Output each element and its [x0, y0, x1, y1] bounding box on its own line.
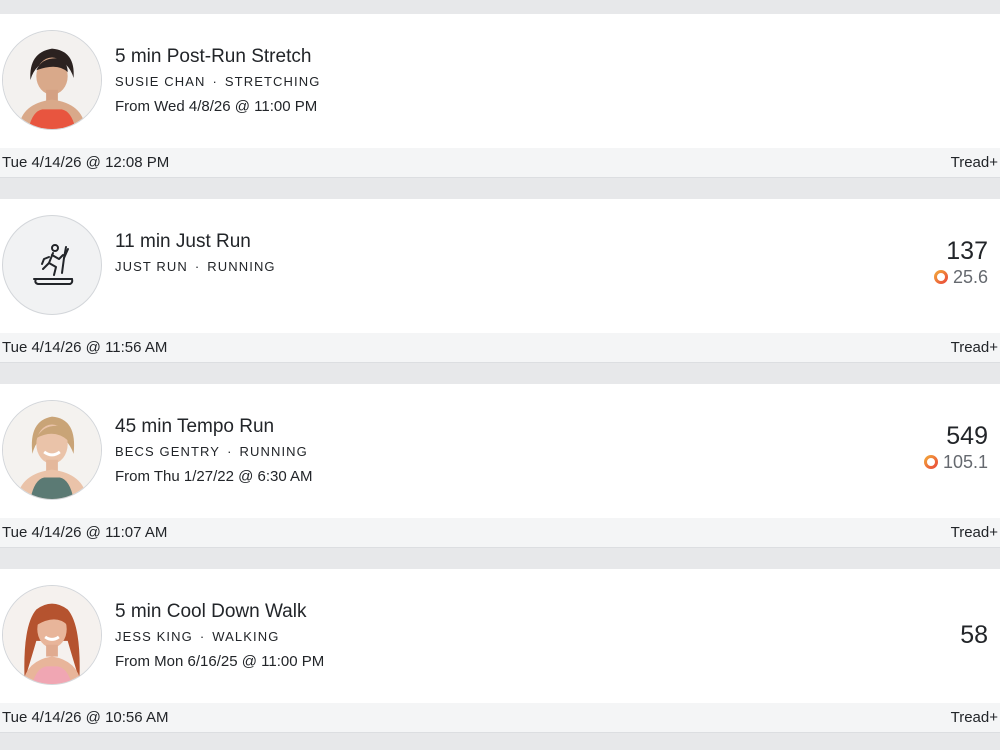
instructor-name: SUSIE CHAN [115, 74, 206, 89]
workout-card[interactable]: 5 min Post-Run Stretch SUSIE CHAN · STRETC… [0, 14, 1000, 178]
workout-device: Tread+ [950, 154, 998, 171]
instructor-photo [3, 586, 101, 684]
workout-meta: BECS GENTRY · RUNNING [115, 444, 313, 460]
total-output: 137 [946, 237, 988, 265]
strive-score-row: 105.1 [923, 452, 988, 472]
instructor-name: JESS KING [115, 629, 193, 644]
workout-card-footer: Tue 4/14/26 @ 11:07 AM Tread+ [0, 518, 1000, 548]
workout-info: 11 min Just Run JUST RUN · RUNNING [115, 231, 276, 275]
workout-card[interactable]: 5 min Cool Down Walk JESS KING · WALKING F… [0, 569, 1000, 733]
workout-info: 45 min Tempo Run BECS GENTRY · RUNNING Fro… [115, 416, 313, 486]
workout-title: 11 min Just Run [115, 231, 251, 252]
workout-meta: JUST RUN · RUNNING [115, 259, 276, 275]
workout-type-avatar [2, 215, 102, 315]
workout-device: Tread+ [950, 524, 998, 541]
workout-title: 5 min Cool Down Walk [115, 601, 307, 622]
workout-device: Tread+ [950, 339, 998, 356]
instructor-avatar [2, 400, 102, 500]
workout-meta: SUSIE CHAN · STRETCHING [115, 74, 320, 90]
strive-score-row: 25.6 [933, 267, 988, 287]
workout-date: Tue 4/14/26 @ 10:56 AM [2, 709, 169, 726]
workout-date: Tue 4/14/26 @ 11:56 AM [2, 339, 168, 356]
meta-separator: · [194, 259, 201, 274]
class-original-air-date: From Wed 4/8/26 @ 11:00 PM [115, 98, 318, 115]
workout-stats: 137 25.6 [933, 237, 988, 287]
workout-device: Tread+ [950, 709, 998, 726]
workout-card[interactable]: 11 min Just Run JUST RUN · RUNNING 137 2… [0, 199, 1000, 363]
treadmill-runner-icon [33, 244, 74, 285]
workout-date: Tue 4/14/26 @ 11:07 AM [2, 524, 168, 541]
total-output: 58 [960, 621, 988, 649]
class-original-air-date: From Thu 1/27/22 @ 6:30 AM [115, 468, 313, 485]
workout-card-body: 11 min Just Run JUST RUN · RUNNING 137 2… [0, 199, 1000, 333]
instructor-photo [3, 31, 101, 129]
meta-separator: · [199, 629, 206, 644]
workout-category: RUNNING [239, 444, 308, 459]
workout-category: WALKING [212, 629, 280, 644]
workout-info: 5 min Cool Down Walk JESS KING · WALKING F… [115, 601, 324, 671]
workout-card-body: 5 min Post-Run Stretch SUSIE CHAN · STRETC… [0, 14, 1000, 148]
workout-card-body: 45 min Tempo Run BECS GENTRY · RUNNING Fro… [0, 384, 1000, 518]
strive-ring-icon [923, 455, 938, 469]
strive-ring-icon [933, 270, 948, 284]
meta-separator: · [212, 74, 218, 89]
workout-category: RUNNING [207, 259, 276, 274]
workout-info: 5 min Post-Run Stretch SUSIE CHAN · STRETC… [115, 46, 320, 116]
workout-title: 5 min Post-Run Stretch [115, 46, 312, 67]
workout-card-footer: Tue 4/14/26 @ 12:08 PM Tread+ [0, 148, 1000, 178]
class-original-air-date: From Mon 6/16/25 @ 11:00 PM [115, 653, 325, 670]
workout-card-footer: Tue 4/14/26 @ 10:56 AM Tread+ [0, 703, 1000, 733]
workout-meta: JESS KING · WALKING [115, 629, 324, 645]
workout-history-feed: 5 min Post-Run Stretch SUSIE CHAN · STRETC… [0, 0, 1000, 750]
workout-category: STRETCHING [224, 74, 321, 89]
instructor-name: JUST RUN [115, 259, 188, 274]
instructor-avatar [2, 585, 102, 685]
instructor-avatar [2, 30, 102, 130]
meta-separator: · [227, 444, 233, 459]
instructor-name: BECS GENTRY [115, 444, 221, 459]
total-output: 549 [946, 422, 988, 450]
workout-card-body: 5 min Cool Down Walk JESS KING · WALKING F… [0, 569, 1000, 703]
strive-score: 25.6 [952, 267, 988, 287]
strive-score: 105.1 [942, 452, 988, 472]
workout-stats: 58 [960, 621, 988, 649]
workout-card[interactable]: 45 min Tempo Run BECS GENTRY · RUNNING Fro… [0, 384, 1000, 548]
instructor-photo [3, 401, 101, 499]
workout-date: Tue 4/14/26 @ 12:08 PM [2, 154, 170, 171]
workout-stats: 549 105.1 [923, 422, 988, 472]
workout-card-footer: Tue 4/14/26 @ 11:56 AM Tread+ [0, 333, 1000, 363]
workout-title: 45 min Tempo Run [115, 416, 275, 437]
